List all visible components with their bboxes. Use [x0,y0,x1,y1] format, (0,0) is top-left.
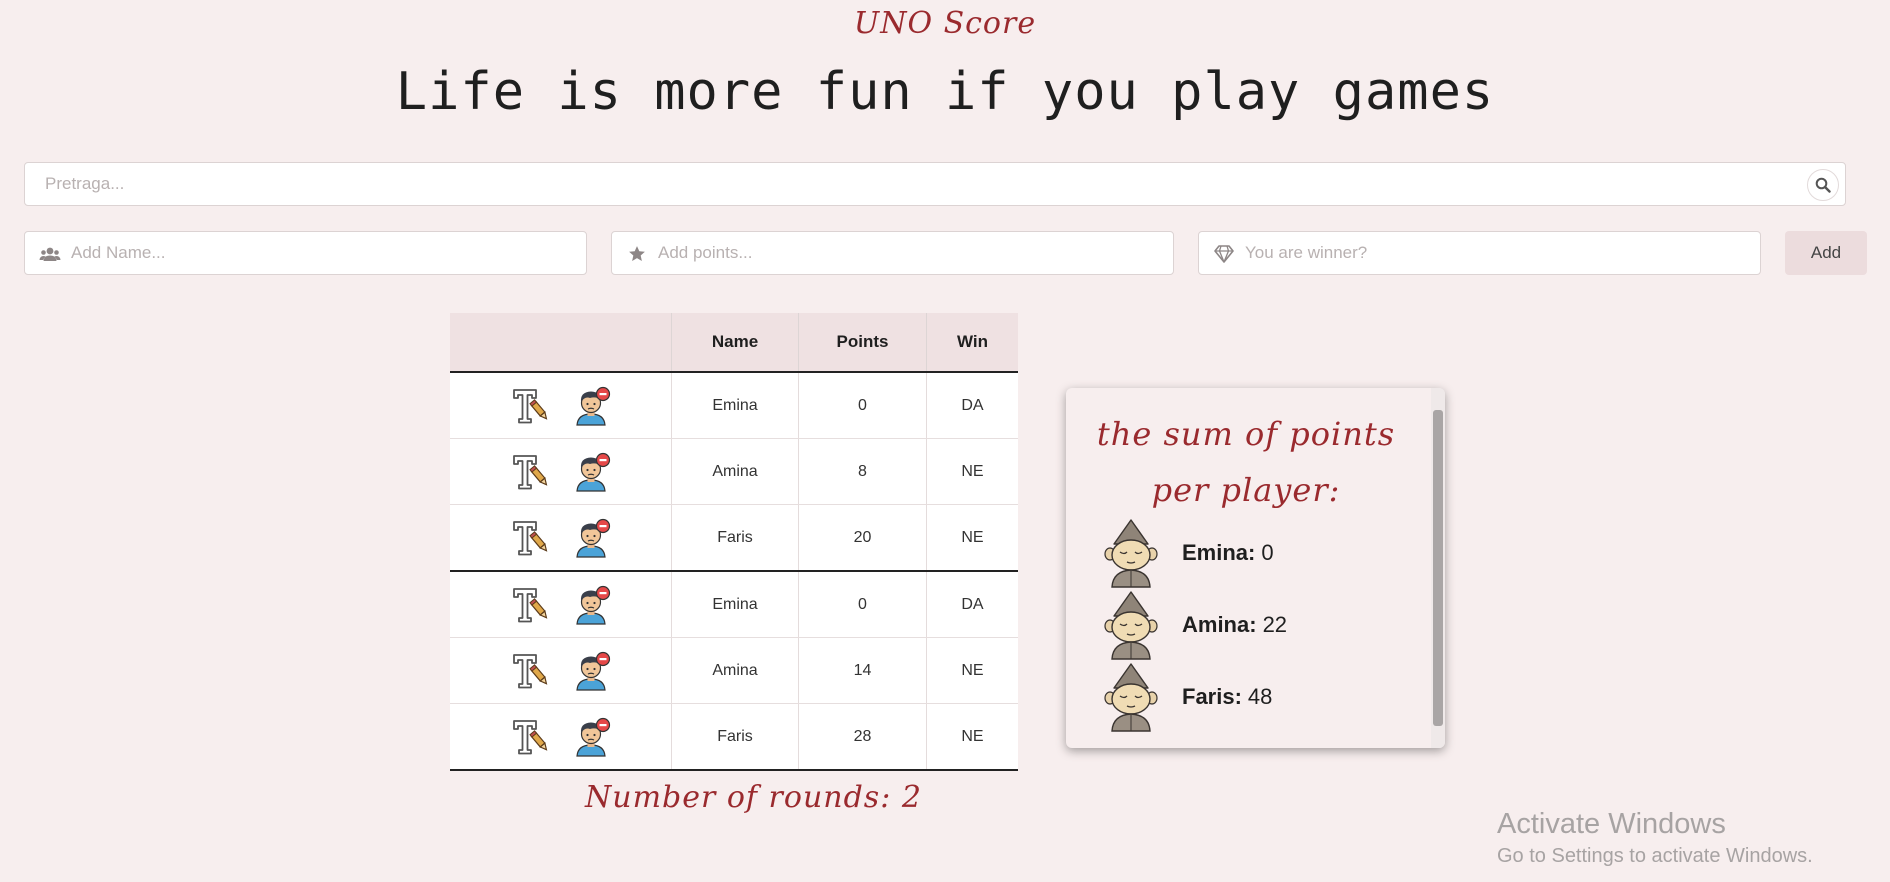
remove-user-icon[interactable] [571,452,611,492]
points-field-wrapper [611,231,1174,275]
winner-field-wrapper [1198,231,1761,275]
actions-cell [450,504,672,572]
cell-name: Emina [671,571,799,638]
remove-user-icon[interactable] [571,717,611,757]
remove-user-icon[interactable] [571,651,611,691]
table-row: Emina 0 DA [450,372,1018,439]
player-total: 22 [1262,612,1288,637]
app-title: UNO Score [853,6,1037,41]
name-input[interactable] [69,232,576,274]
cell-points: 14 [798,637,927,704]
summary-title-line2: per player: [1151,471,1341,509]
cell-win: NE [926,637,1018,704]
cell-points: 0 [798,571,927,638]
search-icon [1815,177,1831,193]
name-field-wrapper [24,231,587,275]
cell-points: 28 [798,703,927,771]
rounds-count: Number of rounds: 2 [585,780,922,815]
winner-input[interactable] [1243,232,1750,274]
actions-cell [450,703,672,771]
cell-name: Amina [671,438,799,505]
table-row: Emina 0 DA [450,571,1018,638]
search-bar [24,162,1846,206]
edit-text-icon[interactable] [511,452,551,492]
users-icon [39,244,61,264]
gnome-avatar-icon [1100,662,1162,732]
player-name: Emina: [1182,540,1256,565]
table-row: Faris 28 NE [450,703,1018,771]
edit-text-icon[interactable] [511,386,551,426]
star-icon [626,244,648,264]
gnome-avatar-icon [1100,518,1162,588]
cell-name: Emina [671,372,799,439]
player-name: Amina: [1182,612,1257,637]
player-sum-row: Amina: 22 [1100,590,1400,660]
player-total: 0 [1261,540,1274,565]
table-row: Amina 14 NE [450,637,1018,704]
edit-text-icon[interactable] [511,651,551,691]
header-name: Name [671,313,799,373]
cell-points: 8 [798,438,927,505]
cell-win: NE [926,703,1018,771]
diamond-icon [1213,244,1235,264]
header-actions [450,313,672,373]
points-input[interactable] [656,232,1163,274]
gnome-avatar-icon [1100,590,1162,660]
cell-name: Faris [671,703,799,771]
score-table: Name Points Win Emina 0 DA Amina 8 NE Fa… [450,313,1018,771]
actions-cell [450,571,672,638]
actions-cell [450,637,672,704]
player-name: Faris: [1182,684,1242,709]
summary-title: the sum of points per player: [1066,406,1426,518]
cell-win: DA [926,372,1018,439]
header-points: Points [798,313,927,373]
player-sum-row: Faris: 48 [1100,662,1400,732]
player-sum-row: Emina: 0 [1100,518,1400,588]
cell-name: Amina [671,637,799,704]
search-button[interactable] [1807,169,1839,201]
panel-scrollbar-thumb[interactable] [1433,410,1443,726]
cell-win: NE [926,438,1018,505]
cell-win: DA [926,571,1018,638]
edit-text-icon[interactable] [511,585,551,625]
actions-cell [450,372,672,439]
cell-win: NE [926,504,1018,572]
cell-name: Faris [671,504,799,572]
add-button[interactable]: Add [1785,231,1867,275]
activation-title: Activate Windows [1497,808,1726,840]
edit-text-icon[interactable] [511,717,551,757]
cell-points: 20 [798,504,927,572]
panel-scrollbar[interactable] [1431,388,1445,748]
summary-title-line1: the sum of points [1096,415,1396,453]
remove-user-icon[interactable] [571,386,611,426]
player-total: 48 [1247,684,1273,709]
table-row: Amina 8 NE [450,438,1018,505]
table-header-row: Name Points Win [450,313,1018,373]
page-headline: Life is more fun if you play games [395,62,1495,122]
search-input[interactable] [43,163,1785,205]
remove-user-icon[interactable] [571,585,611,625]
cell-points: 0 [798,372,927,439]
actions-cell [450,438,672,505]
points-summary-panel: the sum of points per player: Emina: 0 A… [1066,388,1445,748]
edit-text-icon[interactable] [511,518,551,558]
windows-activation-watermark: Activate Windows Go to Settings to activ… [1497,808,1813,868]
header-win: Win [926,313,1018,373]
table-row: Faris 20 NE [450,504,1018,572]
remove-user-icon[interactable] [571,518,611,558]
activation-subtitle: Go to Settings to activate Windows. [1497,845,1813,867]
